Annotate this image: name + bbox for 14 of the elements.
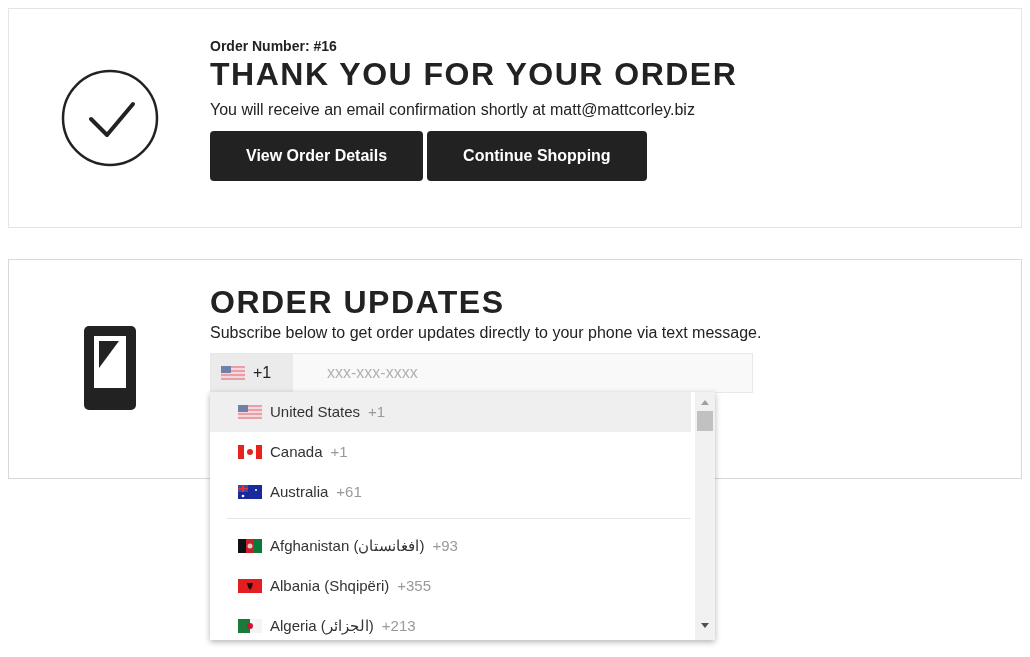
thank-you-heading: THANK YOU FOR YOUR ORDER <box>210 56 738 92</box>
action-button[interactable]: View Order Details <box>210 131 424 181</box>
phone-icon <box>83 326 136 410</box>
scroll-down-icon[interactable] <box>701 623 709 628</box>
country-option[interactable]: United States +1 <box>210 392 691 432</box>
action-button[interactable]: Continue Shopping <box>427 131 647 181</box>
order-number: Order Number: #16 <box>210 38 338 54</box>
checkmark-circle-icon <box>60 69 159 167</box>
scrollbar-thumb[interactable] <box>697 411 713 431</box>
scrollbar[interactable] <box>695 392 715 640</box>
scroll-up-icon[interactable] <box>701 400 709 405</box>
updates-description: Subscribe below to get order updates directly to your phone via text message. <box>210 323 762 343</box>
updates-heading: ORDER UPDATES <box>210 284 506 320</box>
confirmation-message: You will receive an email confirmation shortly at matt@mattcorley.biz <box>210 100 696 120</box>
